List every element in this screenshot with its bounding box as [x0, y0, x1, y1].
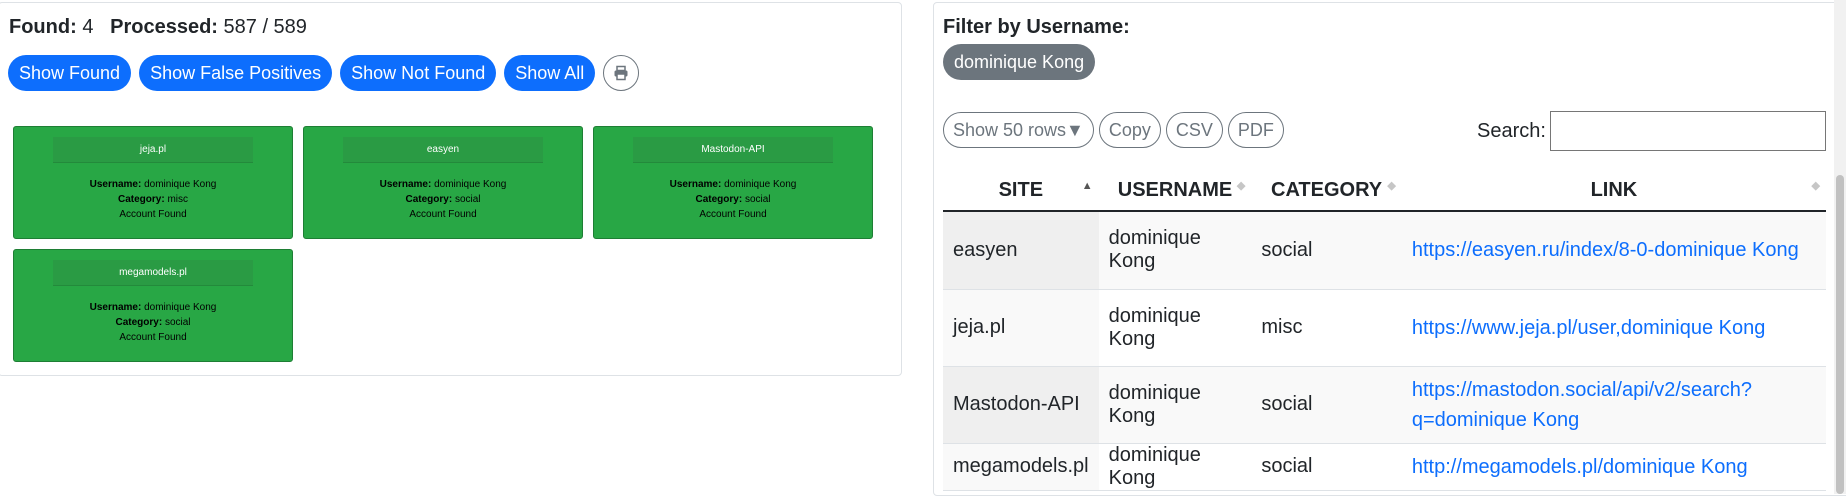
- table-row: Mastodon-API dominique Kong social https…: [943, 366, 1826, 444]
- card-username: dominique Kong: [434, 179, 507, 190]
- card-username-label: Username:: [379, 179, 432, 190]
- card-category: social: [744, 194, 771, 205]
- rows-per-page-button[interactable]: Show 50 rows▼: [943, 112, 1094, 148]
- cell-category: social: [1251, 211, 1402, 290]
- search-input[interactable]: [1549, 111, 1826, 151]
- card-username: dominique Kong: [144, 302, 217, 313]
- results-table: SITE ▲ USERNAME ◆ CATEGORY ◆ LINK ◆ easyen d…: [943, 170, 1826, 491]
- show-all-button[interactable]: Show All: [504, 55, 596, 91]
- card-site: Mastodon-API: [633, 137, 833, 163]
- table-toolbar: Show 50 rows▼ Copy CSV PDF: [943, 112, 1284, 148]
- cell-username: dominique Kong: [1098, 211, 1252, 290]
- cell-link[interactable]: https://mastodon.social/api/v2/search?q=…: [1412, 379, 1752, 431]
- processed-count: 587 / 589: [223, 16, 307, 38]
- stats-bar: Found: 4 Processed: 587 / 589: [9, 16, 307, 39]
- sort-icon: ◆: [1236, 180, 1246, 192]
- username-filter-chip[interactable]: dominique Kong: [943, 44, 1096, 80]
- card-username-label: Username:: [669, 179, 722, 190]
- column-header-label: SITE: [998, 178, 1044, 201]
- results-panel: Found: 4 Processed: 587 / 589 Show Found…: [0, 2, 902, 376]
- card-category-label: Category:: [115, 317, 163, 328]
- show-false-positives-button[interactable]: Show False Positives: [139, 55, 333, 91]
- result-card: easyen Username: dominique Kong Category…: [303, 126, 583, 239]
- cell-category: misc: [1251, 289, 1402, 367]
- column-header-label: LINK: [1590, 178, 1638, 201]
- csv-button[interactable]: CSV: [1165, 112, 1223, 148]
- card-status: Account Found: [409, 209, 477, 220]
- show-not-found-button[interactable]: Show Not Found: [340, 55, 497, 91]
- table-panel: Filter by Username: dominique Kong Show …: [933, 2, 1846, 496]
- card-category-label: Category:: [405, 194, 453, 205]
- card-site: easyen: [343, 137, 543, 163]
- search-label: Search:: [1477, 119, 1546, 142]
- result-card: jeja.pl Username: dominique Kong Categor…: [13, 126, 293, 239]
- card-category: social: [454, 194, 481, 205]
- cell-site: megamodels.pl: [943, 443, 1099, 491]
- result-card: megamodels.pl Username: dominique Kong C…: [13, 249, 293, 362]
- column-header-label: USERNAME: [1117, 178, 1233, 201]
- table-row: jeja.pl dominique Kong misc https://www.…: [943, 289, 1826, 367]
- column-header-link[interactable]: LINK ◆: [1401, 170, 1826, 212]
- scrollbar-thumb[interactable]: [1836, 175, 1844, 494]
- card-category: misc: [167, 194, 189, 205]
- sort-asc-icon: ▲: [1081, 180, 1093, 192]
- card-username: dominique Kong: [724, 179, 797, 190]
- found-label: Found:: [9, 16, 77, 38]
- card-username: dominique Kong: [144, 179, 217, 190]
- page-scrollbar[interactable]: [1834, 0, 1846, 494]
- table-row: easyen dominique Kong social https://eas…: [943, 211, 1826, 290]
- result-card: Mastodon-API Username: dominique Kong Ca…: [593, 126, 873, 239]
- cell-site: easyen: [943, 211, 1099, 290]
- cell-link[interactable]: https://www.jeja.pl/user,dominique Kong: [1412, 317, 1766, 339]
- cell-category: social: [1251, 443, 1402, 491]
- copy-button[interactable]: Copy: [1098, 112, 1161, 148]
- card-status: Account Found: [699, 209, 767, 220]
- cell-link[interactable]: https://easyen.ru/index/8-0-dominique Ko…: [1412, 239, 1799, 261]
- table-search: Search:: [1477, 111, 1826, 151]
- card-category: social: [164, 317, 191, 328]
- sort-icon: ◆: [1811, 180, 1820, 192]
- filter-title: Filter by Username:: [943, 16, 1130, 38]
- card-category-label: Category:: [695, 194, 743, 205]
- sort-icon: ◆: [1387, 180, 1396, 192]
- pdf-button[interactable]: PDF: [1227, 112, 1284, 148]
- column-header-username[interactable]: USERNAME ◆: [1098, 170, 1252, 212]
- cell-username: dominique Kong: [1098, 366, 1252, 444]
- found-count: 4: [82, 16, 94, 38]
- cell-username: dominique Kong: [1098, 289, 1252, 367]
- column-header-label: CATEGORY: [1271, 178, 1383, 201]
- card-status: Account Found: [119, 332, 187, 343]
- card-site: megamodels.pl: [53, 260, 253, 286]
- cell-site: Mastodon-API: [943, 366, 1099, 444]
- card-username-label: Username:: [89, 302, 142, 313]
- card-site: jeja.pl: [53, 137, 253, 163]
- column-header-category[interactable]: CATEGORY ◆: [1251, 170, 1402, 212]
- card-status: Account Found: [119, 209, 187, 220]
- filter-buttons: Show Found Show False Positives Show Not…: [8, 55, 640, 91]
- print-button[interactable]: [603, 55, 640, 91]
- card-username-label: Username:: [89, 179, 142, 190]
- cell-site: jeja.pl: [943, 289, 1099, 367]
- processed-label: Processed:: [110, 16, 218, 38]
- printer-icon: [614, 65, 628, 81]
- cell-username: dominique Kong: [1098, 443, 1252, 491]
- show-found-button[interactable]: Show Found: [8, 55, 132, 91]
- cell-link[interactable]: http://megamodels.pl/dominique Kong: [1412, 456, 1748, 478]
- table-row: megamodels.pl dominique Kong social http…: [943, 443, 1826, 491]
- column-header-site[interactable]: SITE ▲: [943, 170, 1099, 212]
- card-category-label: Category:: [117, 194, 165, 205]
- cell-category: social: [1251, 366, 1402, 444]
